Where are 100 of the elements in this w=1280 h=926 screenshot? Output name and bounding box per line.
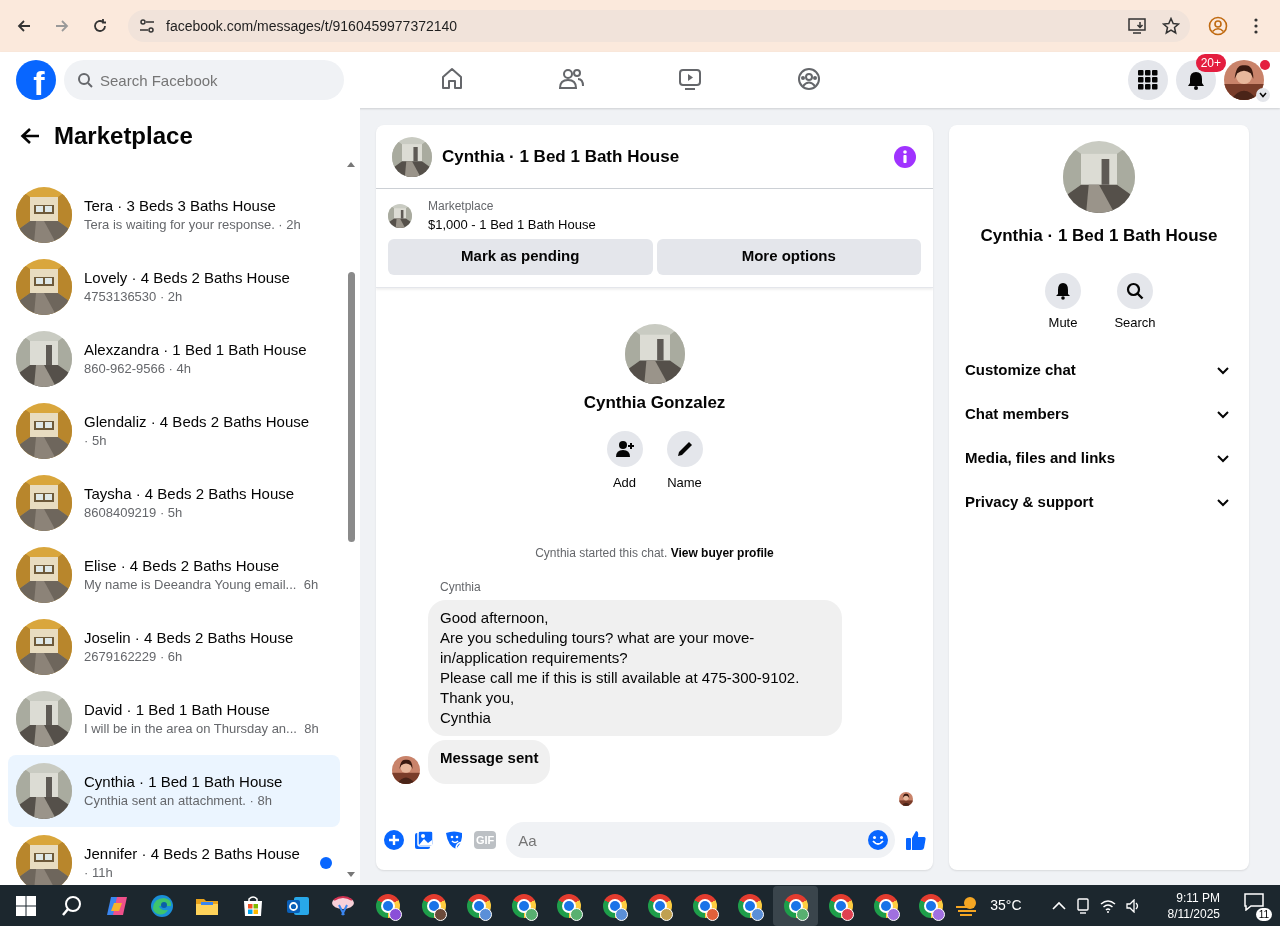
conversation-preview: · 11h [84,863,114,882]
taskbar-button[interactable] [773,885,819,926]
reload-icon [92,18,108,34]
conversation-name: Taysha · 4 Beds 2 Baths House [84,483,295,504]
conversation-item[interactable]: David · 1 Bed 1 Bath House I will be in the area on Thursday an... 8h [8,682,340,755]
add-person-icon [614,439,635,459]
conversation-preview: 2679162229 · 6h [84,647,184,666]
back-icon [16,18,32,34]
conversation-name: Tera · 3 Beds 3 Baths House [84,195,277,216]
chat-bubble-icon [1244,892,1265,911]
page-title: Marketplace [54,122,193,151]
listing-label: Marketplace [428,198,495,215]
address-bar[interactable]: facebook.com/messages/t/9160459977372140 [128,10,1190,42]
chat-notice: Cynthia started this chat. [535,546,668,560]
action-button[interactable]: Mark as pending [388,238,653,275]
chat-action[interactable]: Search [1111,272,1159,332]
conversation-preview: · 5h [84,431,108,450]
chat-title: Cynthia · 1 Bed 1 Bath House [442,145,680,168]
conversation-name: David · 1 Bed 1 Bath House [84,699,271,720]
message-field[interactable]: Aa [506,822,895,858]
scroll-down-icon[interactable] [346,871,356,879]
search-icon [60,894,83,917]
copilot-icon [104,894,129,917]
conversation-item[interactable]: Lovely · 4 Beds 2 Baths House 4753136530 · 2h [8,250,340,323]
conversation-preview: Tera is waiting for your response. · 2h [84,215,301,234]
section-toggle[interactable]: Customize chat [965,348,1233,392]
logo[interactable]: f [16,60,56,100]
url-text: facebook.com/messages/t/9160459977372140 [166,16,458,36]
clock-date: 8/11/2025 [1167,905,1221,922]
conversation-preview: My name is Deeandra Young email... 6h [84,575,319,594]
mail-app-icon [285,894,310,917]
conversation-name: Glendaliz · 4 Beds 2 Baths House [84,411,310,432]
action-button[interactable]: More options [656,238,921,275]
conversation-title: Cynthia · 1 Bed 1 Bath House [980,225,1218,247]
install-icon[interactable] [1128,17,1146,35]
emoji-icon[interactable] [867,829,889,851]
section-toggle[interactable]: Chat members [965,392,1233,436]
conversation-name: Cynthia · 1 Bed 1 Bath House [84,771,283,792]
conversation-item[interactable]: Alexzandra · 1 Bed 1 Bath House 860-962-9566 · 4h [8,322,340,395]
chevron-icon [1217,454,1229,463]
conversation-name: Joselin · 4 Beds 2 Baths House [84,627,294,648]
conversation-preview: I will be in the area on Thursday an... 8h [84,719,319,738]
conversation-preview: Cynthia sent an attachment. · 8h [84,791,273,810]
chat-action[interactable]: Mute [1039,272,1087,332]
section-toggle[interactable]: Media, files and links [965,436,1233,480]
conversation-preview: 860-962-9566 · 4h [84,359,192,378]
status-dot [1260,60,1270,70]
chevron-icon [1217,410,1229,419]
scissors-icon [330,894,357,917]
scroll-up-icon[interactable] [346,160,356,168]
conversation-item[interactable]: Taysha · 4 Beds 2 Baths House 8608409219 · 5h [8,466,340,539]
forward-icon [54,18,70,34]
menu-icon [1254,18,1258,34]
status-bubble: Message sent [428,740,551,784]
bell-icon [1054,281,1072,300]
conversation-name: Elise · 4 Beds 2 Baths House [84,555,281,576]
search-field[interactable]: Search Facebook [64,60,344,100]
grid-icon [1138,70,1158,90]
like-icon[interactable] [905,829,927,851]
search-icon [1126,281,1144,300]
notification-count: 20+ [1195,54,1226,72]
conversation-name: Jennifer · 4 Beds 2 Baths House [84,843,300,864]
account-menu-button[interactable] [1256,88,1270,102]
notification-count: 11 [1255,907,1273,921]
section-toggle[interactable]: Privacy & support [965,480,1233,524]
back-arrow-icon[interactable] [20,127,40,146]
conversation-item[interactable]: Joselin · 4 Beds 2 Baths House 2679162229 · 6h [8,610,340,683]
message-bubble: Good afternoon, Are you scheduling tours? what are your move-in/application requirements? Please call me if this is still available at 475-300-9102. Thank you, Cynthia [428,600,842,736]
apps-button[interactable] [1128,60,1168,100]
chevron-icon [1217,498,1229,507]
conversation-name: Lovely · 4 Beds 2 Baths House [84,267,290,288]
conversation-item[interactable]: Cynthia · 1 Bed 1 Bath House Cynthia sent an attachment. · 8h [8,754,340,827]
info-button[interactable] [893,144,917,169]
notifications-button[interactable]: 11 [1244,892,1271,919]
conversation-preview: 4753136530 · 2h [84,287,184,306]
profile-icon [1208,16,1228,36]
windows-icon [16,895,37,916]
chevron-up-icon[interactable] [1051,900,1066,911]
image-icon[interactable] [414,830,434,850]
temperature: 35°C [990,896,1022,915]
conversation-preview: 8608409219 · 5h [84,503,184,522]
star-icon[interactable] [1162,17,1180,35]
listing-title[interactable]: $1,000 - 1 Bed 1 Bath House [428,215,596,235]
conversation-item[interactable]: Elise · 4 Beds 2 Baths House My name is Deeandra Young email... 6h [8,538,340,611]
conversation-item[interactable]: Glendaliz · 4 Beds 2 Baths House · 5h [8,394,340,467]
plus-icon[interactable] [384,830,404,850]
sticker-icon[interactable] [444,830,464,850]
device-icon[interactable] [1075,897,1090,914]
edge-icon [150,893,175,918]
chevron-icon [1259,92,1267,98]
sender-name: Cynthia [440,579,482,596]
bell-icon [1186,70,1206,90]
chevron-icon [1217,366,1229,375]
wifi-icon[interactable] [1099,898,1116,913]
contact-name: Cynthia Gonzalez [583,391,726,414]
store-icon [241,894,264,917]
site-settings-icon [138,18,156,34]
conversation-item[interactable]: Tera · 3 Beds 3 Baths House Tera is waiting for your response. · 2h [8,178,340,251]
buyer-profile-link[interactable]: View buyer profile [670,546,774,560]
info-icon [893,144,917,169]
